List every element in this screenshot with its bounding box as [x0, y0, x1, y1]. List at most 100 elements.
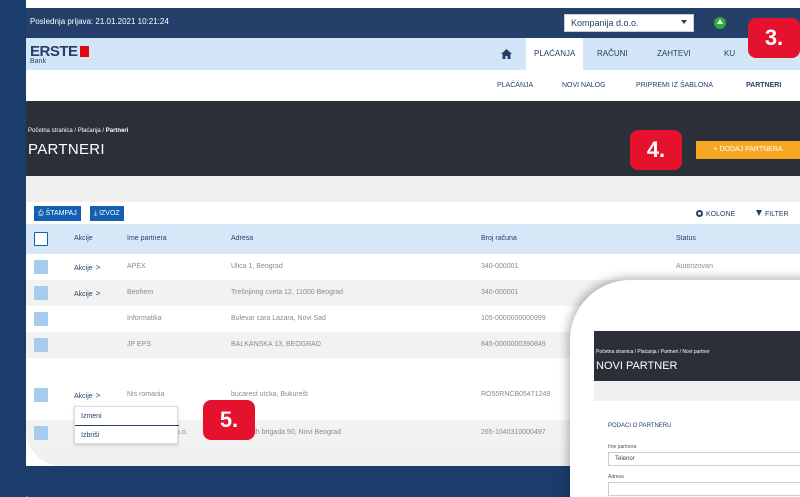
row-account: 265-1040310000497 — [481, 429, 546, 436]
row-account: 340-000001 — [481, 263, 519, 270]
partner-data-section-title: PODACI O PARTNERU — [608, 423, 672, 429]
spacer — [594, 381, 800, 401]
home-icon[interactable] — [501, 49, 512, 59]
main-nav: ERSTE Bank PLAĆANJA RAČUNI ZAHTEVI KU — [26, 38, 800, 70]
subnav-item-novi-nalog[interactable]: NOVI NALOG — [562, 82, 606, 89]
row-name: JP EPS — [127, 341, 151, 348]
export-button[interactable]: ⤓ IZVOZ — [90, 206, 124, 221]
subnav-item-pripremi[interactable]: PRIPREMI IZ ŠABLONA — [636, 82, 713, 89]
row-actions-label: Akcije — [74, 291, 93, 298]
breadcrumb-current: Partneri — [105, 128, 129, 134]
callout-3: 3. — [748, 18, 800, 58]
chevron-right-icon: > — [95, 289, 101, 298]
nav-item-zahtevi[interactable]: ZAHTEVI — [649, 38, 699, 70]
device-frame-bottom — [0, 466, 580, 497]
row-checkbox[interactable] — [34, 388, 48, 402]
row-address: Ulica 1, Beograd — [231, 263, 283, 270]
menu-item-delete[interactable]: Izbriši — [81, 432, 99, 439]
export-label: IZVOZ — [99, 210, 120, 217]
gear-icon — [696, 210, 703, 217]
menu-item-edit[interactable]: Izmeni — [81, 413, 102, 420]
chevron-down-icon — [681, 20, 687, 24]
row-checkbox[interactable] — [34, 286, 48, 300]
logo[interactable]: ERSTE Bank — [30, 43, 89, 65]
top-bar: Poslednja prijava: 21.01.2021 10:21:24 K… — [26, 8, 800, 38]
columns-button[interactable]: KOLONE — [696, 210, 735, 218]
callout-4: 4. — [630, 130, 682, 170]
nav-item-ku[interactable]: KU — [716, 38, 743, 70]
row-checkbox[interactable] — [34, 312, 48, 326]
row-account: 105-0000000000999 — [481, 315, 546, 322]
row-address: BALKANSKA 13, BEOGRAD — [231, 341, 321, 348]
printer-icon: ⎙ — [38, 210, 44, 217]
row-address: Trešnjinog cveta 12, 11000 Beograd — [231, 289, 344, 296]
row-account: 845-0000000390849 — [481, 341, 546, 348]
last-login-text: Poslednja prijava: 21.01.2021 10:21:24 — [30, 17, 169, 26]
col-name[interactable]: Ime partnera — [127, 235, 167, 242]
filter-icon — [756, 210, 762, 216]
filter-button[interactable]: FILTER — [756, 210, 789, 218]
col-address[interactable]: Adresa — [231, 235, 253, 242]
nav-item-placanja[interactable]: PLAĆANJA — [526, 38, 584, 70]
partner-address-field[interactable] — [608, 482, 800, 496]
row-name: Informatika — [127, 315, 162, 322]
nav-item-racuni[interactable]: RAČUNI — [589, 38, 636, 70]
col-account[interactable]: Broj računa — [481, 235, 517, 242]
upload-icon[interactable] — [714, 17, 726, 29]
row-checkbox[interactable] — [34, 260, 48, 274]
breadcrumb: Početna stranica / Plaćanja / Partneri — [28, 128, 128, 134]
row-actions[interactable]: Akcije > — [74, 263, 100, 272]
breadcrumb-sep: / — [74, 128, 77, 134]
table-row[interactable]: Akcije > APEX Ulica 1, Beograd 340-000001… — [26, 254, 800, 280]
print-label: ŠTAMPAJ — [45, 210, 77, 217]
partner-name-field[interactable]: Telenor — [608, 452, 800, 466]
company-select[interactable]: Kompanija d.o.o. — [564, 14, 694, 32]
menu-divider — [75, 425, 179, 426]
print-button[interactable]: ⎙ ŠTAMPAJ — [34, 206, 81, 221]
chevron-right-icon: > — [95, 391, 101, 400]
row-actions-menu: Izmeni Izbriši — [74, 406, 179, 444]
row-name: Nis romania — [127, 391, 165, 398]
breadcrumb-payments[interactable]: Plaćanja — [78, 128, 101, 134]
page-header — [26, 101, 800, 176]
row-actions[interactable]: Akcije > — [74, 289, 100, 298]
columns-label: KOLONE — [706, 211, 736, 218]
logo-mark-icon — [79, 46, 89, 57]
breadcrumb-sep: / — [102, 128, 105, 134]
callout-5: 5. — [203, 400, 255, 440]
row-checkbox[interactable] — [34, 426, 48, 440]
row-name: Beohem — [127, 289, 154, 296]
row-account: 340-000001 — [481, 289, 519, 296]
table-header: Akcije Ime partnera Adresa Broj računa S… — [26, 224, 800, 254]
row-status: Autorizovan — [676, 263, 713, 270]
add-partner-button[interactable]: + DODAJ PARTNERA — [696, 141, 800, 159]
partner-address-label: Adresa — [608, 474, 624, 480]
partner-name-label: Ime partnera — [608, 444, 637, 450]
filter-label: FILTER — [765, 211, 789, 218]
row-actions[interactable]: Akcije > — [74, 391, 100, 400]
row-checkbox[interactable] — [34, 338, 48, 352]
row-address: Bulevar cara Lazara, Novi Sad — [231, 315, 326, 322]
col-actions: Akcije — [74, 235, 93, 242]
new-partner-breadcrumb: Početna stranica / Plaćanja / Partneri /… — [596, 349, 710, 355]
row-actions-label: Akcije — [74, 265, 93, 272]
row-account: RO55RNCB05471249 — [481, 391, 551, 398]
subnav-item-placanja[interactable]: PLAĆANJA — [497, 82, 533, 89]
spacer — [26, 176, 800, 202]
row-name: APEX — [127, 263, 146, 270]
sub-nav: PLAĆANJA NOVI NALOG PRIPREMI IZ ŠABLONA … — [26, 70, 800, 102]
company-select-value: Kompanija d.o.o. — [571, 18, 639, 28]
row-actions-label: Akcije — [74, 393, 93, 400]
chevron-right-icon: > — [95, 263, 101, 272]
download-icon: ⤓ — [94, 210, 98, 217]
page: Poslednja prijava: 21.01.2021 10:21:24 K… — [0, 0, 800, 497]
new-partner-title: NOVI PARTNER — [596, 360, 678, 372]
row-address: bucarest utcka, Bukurešt — [231, 391, 309, 398]
device-frame-left — [0, 0, 26, 497]
subnav-item-partneri[interactable]: PARTNERI — [746, 82, 781, 89]
page-title: PARTNERI — [28, 141, 105, 158]
col-status[interactable]: Status — [676, 235, 696, 242]
new-partner-header — [594, 331, 800, 381]
select-all-checkbox[interactable] — [34, 232, 48, 246]
breadcrumb-home[interactable]: Početna stranica — [28, 128, 73, 134]
